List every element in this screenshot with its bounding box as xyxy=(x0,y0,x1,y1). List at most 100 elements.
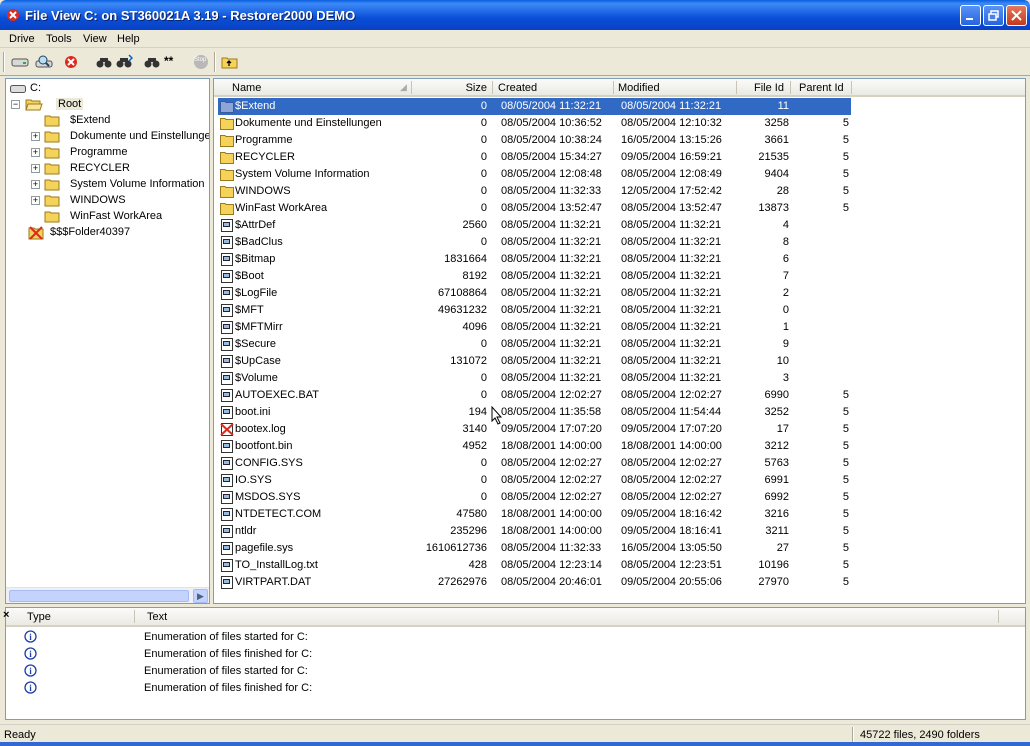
column-created[interactable]: Created xyxy=(498,82,537,94)
collapse-icon[interactable]: − xyxy=(11,100,20,109)
file-modified: 08/05/2004 13:52:47 xyxy=(621,202,722,214)
log-row[interactable]: i Enumeration of files finished for C: xyxy=(6,680,1025,697)
log-row[interactable]: i Enumeration of files started for C: xyxy=(6,629,1025,646)
file-row[interactable]: $UpCase 131072 08/05/2004 11:32:21 08/05/20… xyxy=(217,353,1023,370)
system-file-icon xyxy=(221,338,233,351)
log-row[interactable]: i Enumeration of files started for C: xyxy=(6,663,1025,680)
column-name[interactable]: Name xyxy=(232,82,261,94)
folder-icon xyxy=(220,186,234,198)
file-row[interactable]: TO_InstallLog.txt 428 08/05/2004 12:23:14 0… xyxy=(217,557,1023,574)
file-row[interactable]: ntldr 235296 18/08/2001 14:00:00 09/05/2004… xyxy=(217,523,1023,540)
file-created: 08/05/2004 12:23:14 xyxy=(501,559,602,571)
parent-id: 5 xyxy=(842,423,849,435)
expand-icon[interactable]: + xyxy=(31,196,40,205)
file-row[interactable]: $LogFile 67108864 08/05/2004 11:32:21 08/05… xyxy=(217,285,1023,302)
column-divider[interactable] xyxy=(492,81,493,94)
file-row[interactable]: VIRTPART.DAT 27262976 08/05/2004 20:46:01 0… xyxy=(217,574,1023,591)
log-row[interactable]: i Enumeration of files finished for C: xyxy=(6,646,1025,663)
file-row[interactable]: NTDETECT.COM 47580 18/08/2001 14:00:00 09/0… xyxy=(217,506,1023,523)
file-size: 0 xyxy=(480,474,487,486)
column-modified[interactable]: Modified xyxy=(618,82,660,94)
folder-tree[interactable]: C: − Root $Extend + Dokumente und Einstell… xyxy=(5,78,210,604)
file-name: Dokumente und Einstellungen xyxy=(235,117,382,129)
find-mask-button[interactable]: ** xyxy=(142,53,182,71)
find-next-button[interactable] xyxy=(114,53,134,71)
file-row[interactable]: MSDOS.SYS 0 08/05/2004 12:02:27 08/05/2004 … xyxy=(217,489,1023,506)
file-row[interactable]: bootex.log 3140 09/05/2004 17:07:20 09/05/2… xyxy=(217,421,1023,438)
file-row[interactable]: $Extend 0 08/05/2004 11:32:21 08/05/2004 11… xyxy=(217,98,1023,115)
log-close-button[interactable]: × xyxy=(3,609,9,621)
column-size[interactable]: Size xyxy=(459,82,487,94)
find-mask-icon xyxy=(144,58,160,68)
file-row[interactable]: RECYCLER 0 08/05/2004 15:34:27 09/05/2004 1… xyxy=(217,149,1023,166)
column-divider[interactable] xyxy=(134,610,135,623)
column-file-id[interactable]: File Id xyxy=(754,82,784,94)
file-row[interactable]: System Volume Information 0 08/05/2004 12:… xyxy=(217,166,1023,183)
column-divider[interactable] xyxy=(998,610,999,623)
file-id: 7 xyxy=(782,270,789,282)
menu-drive[interactable]: Drive xyxy=(9,33,35,45)
menu-view[interactable]: View xyxy=(83,33,107,45)
file-name: $LogFile xyxy=(235,287,278,299)
column-divider[interactable] xyxy=(790,81,791,94)
file-row[interactable]: $MFT 49631232 08/05/2004 11:32:21 08/05/200… xyxy=(217,302,1023,319)
system-file-icon xyxy=(221,576,233,589)
column-divider[interactable] xyxy=(411,81,412,94)
find-button[interactable] xyxy=(94,53,114,71)
column-divider[interactable] xyxy=(613,81,614,94)
file-row[interactable]: boot.ini 194 08/05/2004 11:35:58 08/05/2004… xyxy=(217,404,1023,421)
file-row[interactable]: $BadClus 0 08/05/2004 11:32:21 08/05/2004 1… xyxy=(217,234,1023,251)
system-file-icon xyxy=(221,542,233,555)
file-list[interactable]: Name ◢ Size Created Modified File Id Par… xyxy=(213,78,1026,604)
menu-tools[interactable]: Tools xyxy=(46,33,72,45)
file-name: System Volume Information xyxy=(235,168,370,180)
expand-icon[interactable]: + xyxy=(31,148,40,157)
file-row[interactable]: AUTOEXEC.BAT 0 08/05/2004 12:02:27 08/05/20… xyxy=(217,387,1023,404)
file-row[interactable]: WinFast WorkArea 0 08/05/2004 13:52:47 08/0… xyxy=(217,200,1023,217)
scrollbar-thumb[interactable] xyxy=(9,590,189,602)
title-bar[interactable]: File View C: on ST360021A 3.19 - Restore… xyxy=(0,0,1030,30)
column-divider[interactable] xyxy=(736,81,737,94)
folder-icon xyxy=(44,115,60,127)
close-button[interactable] xyxy=(1006,5,1027,26)
file-row[interactable]: $Boot 8192 08/05/2004 11:32:21 08/05/2004 1… xyxy=(217,268,1023,285)
drive-button[interactable] xyxy=(10,53,30,71)
file-created: 08/05/2004 11:32:21 xyxy=(501,355,602,367)
file-modified: 16/05/2004 13:15:26 xyxy=(621,134,722,146)
file-row[interactable]: $Secure 0 08/05/2004 11:32:21 08/05/2004 11… xyxy=(217,336,1023,353)
minimize-button[interactable] xyxy=(960,5,981,26)
tree-horizontal-scrollbar[interactable]: ▶ xyxy=(6,587,209,603)
file-row[interactable]: Programme 0 08/05/2004 10:38:24 16/05/2004 … xyxy=(217,132,1023,149)
scan-button[interactable] xyxy=(34,53,54,71)
expand-icon[interactable]: + xyxy=(31,180,40,189)
recover-button[interactable] xyxy=(62,53,82,71)
file-row[interactable]: bootfont.bin 4952 18/08/2001 14:00:00 18/08… xyxy=(217,438,1023,455)
file-size: 0 xyxy=(480,338,487,350)
file-created: 08/05/2004 11:32:33 xyxy=(501,542,602,554)
log-column-type[interactable]: Type xyxy=(27,611,51,623)
file-row[interactable]: IO.SYS 0 08/05/2004 12:02:27 08/05/2004 12:… xyxy=(217,472,1023,489)
toolbar-grip xyxy=(3,52,5,72)
scroll-right-button[interactable]: ▶ xyxy=(193,589,208,603)
file-row[interactable]: $AttrDef 2560 08/05/2004 11:32:21 08/05/200… xyxy=(217,217,1023,234)
file-id: 6991 xyxy=(764,474,789,486)
parent-id: 5 xyxy=(842,134,849,146)
file-row[interactable]: Dokumente und Einstellungen 0 08/05/2004 1… xyxy=(217,115,1023,132)
file-size: 194 xyxy=(468,406,487,418)
file-row[interactable]: $Volume 0 08/05/2004 11:32:21 08/05/2004 11… xyxy=(217,370,1023,387)
column-parent-id[interactable]: Parent Id xyxy=(799,82,844,94)
menu-help[interactable]: Help xyxy=(117,33,140,45)
file-row[interactable]: pagefile.sys 1610612736 08/05/2004 11:32:3… xyxy=(217,540,1023,557)
column-divider[interactable] xyxy=(851,81,852,94)
system-file-icon xyxy=(221,559,233,572)
up-folder-button[interactable] xyxy=(220,53,240,71)
expand-icon[interactable]: + xyxy=(31,164,40,173)
log-column-text[interactable]: Text xyxy=(147,611,167,623)
expand-icon[interactable]: + xyxy=(31,132,40,141)
stop-button[interactable]: Stop xyxy=(191,53,211,71)
file-row[interactable]: $MFTMirr 4096 08/05/2004 11:32:21 08/05/200… xyxy=(217,319,1023,336)
file-row[interactable]: WINDOWS 0 08/05/2004 11:32:33 12/05/2004 17… xyxy=(217,183,1023,200)
file-row[interactable]: $Bitmap 1831664 08/05/2004 11:32:21 08/05/2… xyxy=(217,251,1023,268)
restore-button[interactable] xyxy=(983,5,1004,26)
file-row[interactable]: CONFIG.SYS 0 08/05/2004 12:02:27 08/05/2004… xyxy=(217,455,1023,472)
